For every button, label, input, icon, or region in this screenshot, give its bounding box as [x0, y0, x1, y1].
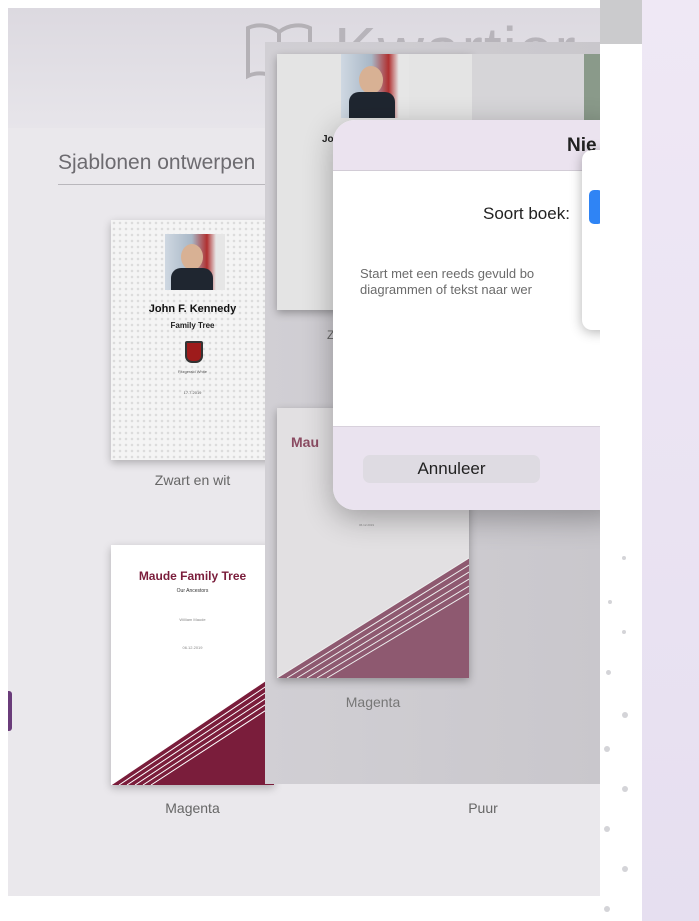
switcher-thumb-label: Magenta: [345, 694, 401, 710]
template-author: Fitzgerald White: [178, 369, 207, 374]
template-thumbnail-magenta[interactable]: Maude Family Tree Our Ancestors William …: [111, 545, 274, 785]
template-name: John F. Kennedy: [148, 303, 237, 315]
sidebar-handle[interactable]: [8, 691, 12, 731]
portrait-photo: [341, 54, 409, 118]
template-label: Puur: [468, 800, 498, 816]
window-grabber[interactable]: [600, 0, 642, 44]
crest-icon: [185, 341, 203, 363]
switcher-thumb-title: Jo: [322, 134, 334, 145]
template-thumbnail-zwart-en-wit[interactable]: John F. Kennedy Family Tree Fitzgerald W…: [111, 220, 274, 460]
template-subtitle: Our Ancestors: [176, 588, 209, 594]
dialog-description: Start met een reeds gevuld bo diagrammen…: [360, 266, 595, 298]
new-book-dialog: Nie Soort boek: Start met een reeds gevu…: [333, 120, 623, 510]
description-line-2: diagrammen of tekst naar wer: [360, 282, 532, 297]
template-name: Maude Family Tree: [138, 569, 247, 583]
template-author: William Maude: [179, 617, 206, 622]
book-type-label: Soort boek:: [483, 204, 570, 223]
portrait-photo: [165, 234, 225, 290]
diagonal-stripes-graphic: [277, 558, 469, 678]
template-subtitle: Family Tree: [170, 321, 215, 330]
template-date: 06.12.2019: [182, 645, 203, 650]
template-label: Zwart en wit: [154, 472, 231, 488]
switcher-thumb-title: Mau: [291, 434, 319, 450]
section-title: Sjablonen ontwerpen: [58, 151, 256, 174]
description-line-1: Start met een reeds gevuld bo: [360, 266, 535, 281]
template-label: Magenta: [165, 800, 220, 816]
template-date: 17.7.2019: [183, 390, 202, 395]
switcher-thumb-date: 06.12.2019: [359, 523, 375, 527]
cancel-button[interactable]: Annuleer: [363, 455, 540, 483]
diagonal-stripes-graphic: [111, 675, 274, 785]
side-panel-background: [642, 0, 699, 921]
decorative-dots: [600, 520, 642, 920]
